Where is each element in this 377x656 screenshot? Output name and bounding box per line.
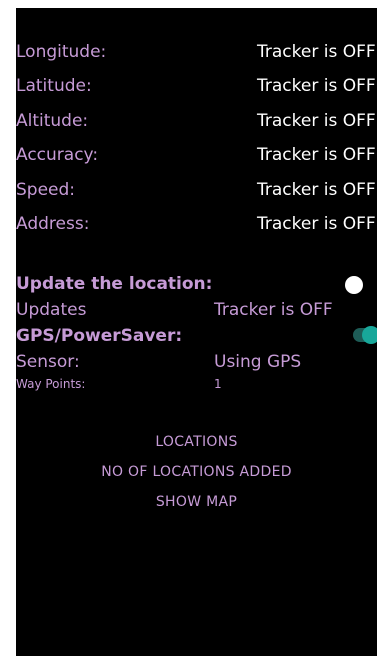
app-screen: Longitude: Tracker is OFF Latitude: Trac… [16, 8, 377, 656]
longitude-value: Tracker is OFF [257, 42, 376, 62]
updates-value: Tracker is OFF [214, 300, 333, 320]
address-value: Tracker is OFF [257, 214, 376, 234]
waypoints-label: Way Points: [16, 377, 86, 391]
updates-row: Updates Tracker is OFF [16, 300, 377, 326]
speed-row: Speed: Tracker is OFF [16, 180, 377, 206]
sensor-row: Sensor: Using GPS [16, 352, 377, 378]
gps-power-label: GPS/PowerSaver: [16, 326, 183, 346]
altitude-value: Tracker is OFF [257, 111, 376, 131]
gps-power-row: GPS/PowerSaver: [16, 326, 377, 352]
accuracy-row: Accuracy: Tracker is OFF [16, 145, 377, 171]
latitude-label: Latitude: [16, 76, 92, 96]
show-map-button[interactable]: SHOW MAP [16, 494, 377, 510]
speed-label: Speed: [16, 180, 76, 200]
longitude-row: Longitude: Tracker is OFF [16, 42, 377, 68]
longitude-label: Longitude: [16, 42, 107, 62]
speed-value: Tracker is OFF [257, 180, 376, 200]
waypoints-row: Way Points: 1 [16, 377, 377, 403]
gps-power-switch[interactable] [362, 326, 377, 344]
latitude-row: Latitude: Tracker is OFF [16, 76, 377, 102]
locations-button[interactable]: LOCATIONS [16, 434, 377, 450]
update-location-switch[interactable] [345, 276, 363, 294]
sensor-label: Sensor: [16, 352, 80, 372]
altitude-row: Altitude: Tracker is OFF [16, 111, 377, 137]
update-location-row: Update the location: [16, 274, 377, 300]
no-of-locations-button[interactable]: NO OF LOCATIONS ADDED [16, 464, 377, 480]
address-row: Address: Tracker is OFF [16, 214, 377, 240]
address-label: Address: [16, 214, 90, 234]
waypoints-value: 1 [214, 377, 222, 391]
accuracy-label: Accuracy: [16, 145, 99, 165]
accuracy-value: Tracker is OFF [257, 145, 376, 165]
latitude-value: Tracker is OFF [257, 76, 376, 96]
updates-label: Updates [16, 300, 87, 320]
altitude-label: Altitude: [16, 111, 89, 131]
sensor-value: Using GPS [214, 352, 302, 372]
update-location-label: Update the location: [16, 274, 213, 294]
